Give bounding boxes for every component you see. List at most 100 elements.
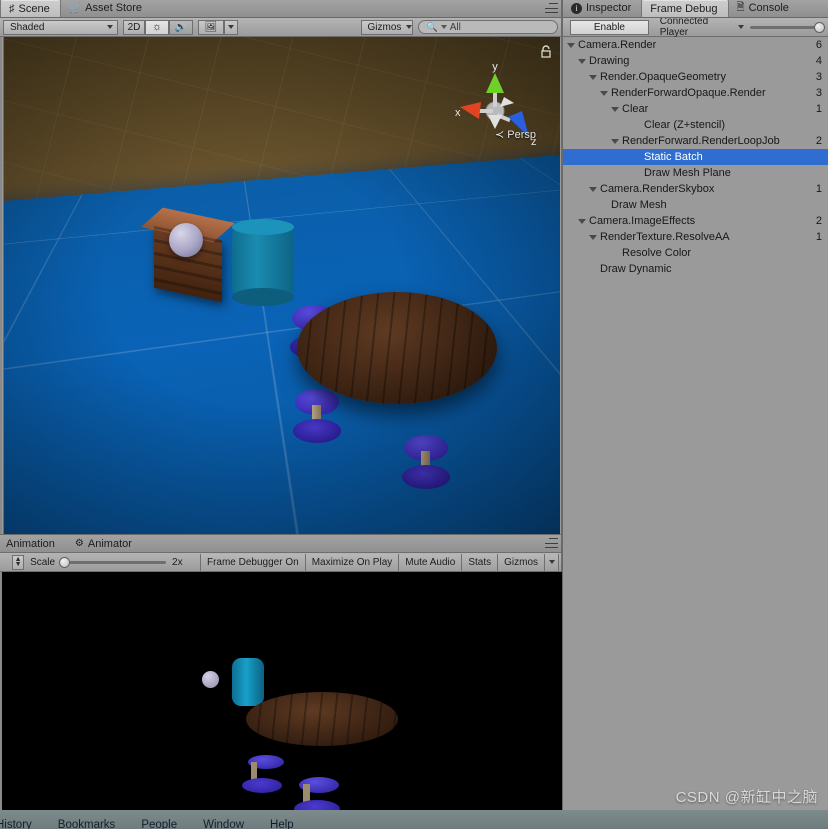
toggle-2d-button[interactable]: 2D — [123, 19, 145, 35]
expand-triangle-icon[interactable] — [600, 90, 608, 96]
audio-toggle-button[interactable]: 🔊 — [169, 19, 193, 35]
expand-triangle-icon[interactable] — [578, 58, 586, 64]
tab-animation-label: Animation — [6, 537, 55, 550]
right-column: i Inspector Frame Debug 🗎 Console Enable… — [563, 0, 828, 810]
sun-icon: ☼ — [151, 21, 163, 33]
tab-console[interactable]: 🗎 Console — [729, 0, 799, 17]
maximize-on-play-button[interactable]: Maximize On Play — [305, 553, 400, 571]
frame-debugger-button[interactable]: Frame Debugger On — [199, 553, 306, 571]
frame-debug-row[interactable]: Clear (Z+stencil) — [563, 117, 828, 133]
os-menu-bar: History Bookmarks People Window Help — [0, 810, 828, 829]
frame-slider[interactable] — [750, 20, 825, 35]
scene-render-area[interactable]: y x z ≺ Persp — [4, 37, 560, 534]
shading-mode-dropdown[interactable]: Shaded — [3, 19, 118, 35]
expand-triangle-icon[interactable] — [611, 106, 619, 112]
gizmos-label: Gizmos — [367, 21, 402, 33]
tab-inspector[interactable]: i Inspector — [563, 0, 641, 17]
frame-debug-row[interactable]: Render.OpaqueGeometry 3 — [563, 69, 828, 85]
frame-debug-tree[interactable]: Camera.Render 6 Drawing 4 Render.OpaqueGeome… — [563, 37, 828, 807]
tab-animator[interactable]: ⚙ Animator — [69, 534, 146, 553]
search-icon: 🔍 — [426, 21, 438, 32]
effects-toggle-button[interactable]: 🖼 — [198, 19, 224, 35]
frame-debug-row-count: 1 — [815, 183, 822, 195]
tab-frame-debug[interactable]: Frame Debug — [641, 0, 729, 17]
scale-slider[interactable] — [59, 555, 167, 570]
scene-viewport[interactable]: y x z ≺ Persp — [0, 37, 562, 534]
frame-debug-row-count: 1 — [815, 103, 822, 115]
tab-frame-debug-label: Frame Debug — [650, 2, 718, 15]
expand-triangle-icon[interactable] — [611, 138, 619, 144]
info-icon: i — [571, 2, 582, 14]
frame-debug-row[interactable]: Draw Dynamic — [563, 261, 828, 277]
game-gizmos-button[interactable]: Gizmos — [498, 553, 546, 571]
frame-slider-knob[interactable] — [814, 21, 825, 33]
lighting-toggle-button[interactable]: ☼ — [145, 19, 169, 35]
chevron-down-icon — [107, 25, 113, 29]
animation-panel-menu-icon[interactable] — [545, 538, 558, 548]
chevron-down-icon — [406, 25, 413, 29]
frame-debug-row[interactable]: Camera.ImageEffects 2 — [563, 213, 828, 229]
connected-player-dropdown[interactable]: Connected Player — [654, 16, 749, 38]
mute-audio-button[interactable]: Mute Audio — [399, 553, 463, 571]
frame-debug-toolbar: Enable Connected Player — [563, 16, 828, 38]
tab-animation[interactable]: Animation — [0, 534, 69, 553]
game-gizmos-dropdown[interactable] — [545, 553, 560, 571]
frame-debug-row[interactable]: Draw Mesh Plane — [563, 165, 828, 181]
os-menu-item[interactable]: Window — [203, 819, 244, 829]
animation-tabbar: Animation ⚙ Animator — [0, 534, 561, 553]
frame-debugger-label: Frame Debugger On — [206, 556, 299, 568]
tab-asset-store[interactable]: 🛒 Asset Store — [61, 0, 152, 17]
scene-panel-menu-icon[interactable] — [545, 3, 558, 13]
chevron-down-icon — [228, 25, 234, 29]
scale-slider-knob[interactable] — [59, 556, 71, 568]
projection-mode-label[interactable]: ≺ Persp — [495, 128, 536, 141]
os-menu-item[interactable]: Help — [270, 819, 294, 829]
frame-debug-row[interactable]: RenderTexture.ResolveAA 1 — [563, 229, 828, 245]
frame-debug-row[interactable]: Camera.RenderSkybox 1 — [563, 181, 828, 197]
expand-triangle-icon[interactable] — [589, 74, 597, 80]
stepper-icon[interactable]: ▲ ▼ — [12, 554, 25, 570]
frame-debug-row-label: RenderTexture.ResolveAA — [600, 231, 730, 243]
effects-dropdown-button[interactable] — [224, 19, 238, 35]
frame-debug-row[interactable]: Resolve Color — [563, 245, 828, 261]
game-chair-object — [232, 658, 264, 706]
chevron-down-icon — [440, 25, 447, 29]
scene-search-input[interactable]: 🔍 All — [417, 20, 558, 34]
frame-debug-row[interactable]: Clear 1 — [563, 101, 828, 117]
console-icon: 🗎 — [736, 1, 745, 13]
axis-gizmo-icon[interactable]: y x z — [452, 59, 538, 159]
scale-label: Scale — [30, 556, 56, 568]
game-stool-base — [242, 778, 282, 793]
tab-asset-store-label: Asset Store — [85, 2, 143, 14]
frame-debug-row[interactable]: RenderForwardOpaque.Render 3 — [563, 85, 828, 101]
tab-scene[interactable]: ♯ Scene — [0, 0, 61, 17]
lock-icon[interactable] — [540, 45, 552, 58]
os-menu-item[interactable]: History — [0, 819, 32, 829]
frame-debug-row[interactable]: Static Batch — [563, 149, 828, 165]
stats-button[interactable]: Stats — [462, 553, 499, 571]
frame-debug-row-count: 3 — [815, 71, 822, 83]
grid-icon: ♯ — [9, 2, 15, 15]
enable-button[interactable]: Enable — [570, 19, 649, 35]
game-viewport[interactable] — [0, 572, 562, 826]
os-menu-item[interactable]: Bookmarks — [58, 819, 116, 829]
frame-debug-row-count: 1 — [815, 231, 822, 243]
frame-debug-row-label: Draw Mesh Plane — [644, 167, 731, 179]
gizmos-dropdown[interactable]: Gizmos — [360, 19, 413, 35]
expand-triangle-icon[interactable] — [567, 42, 575, 48]
os-menu-item[interactable]: People — [141, 819, 177, 829]
frame-debug-row[interactable]: Draw Mesh — [563, 197, 828, 213]
expand-triangle-icon[interactable] — [589, 234, 597, 240]
game-gizmos-label: Gizmos — [504, 556, 539, 568]
connected-player-label: Connected Player — [659, 16, 709, 38]
axis-y-label: y — [492, 61, 498, 73]
store-icon: 🛒 — [68, 2, 82, 14]
frame-debug-row-label: RenderForward.RenderLoopJob — [622, 135, 780, 147]
speaker-icon: 🔊 — [174, 21, 188, 33]
frame-debug-row[interactable]: RenderForward.RenderLoopJob 2 — [563, 133, 828, 149]
expand-triangle-icon[interactable] — [589, 186, 597, 192]
toggle-2d-label: 2D — [127, 21, 141, 33]
expand-triangle-icon[interactable] — [578, 218, 586, 224]
frame-debug-row[interactable]: Drawing 4 — [563, 53, 828, 69]
frame-debug-row[interactable]: Camera.Render 6 — [563, 37, 828, 53]
